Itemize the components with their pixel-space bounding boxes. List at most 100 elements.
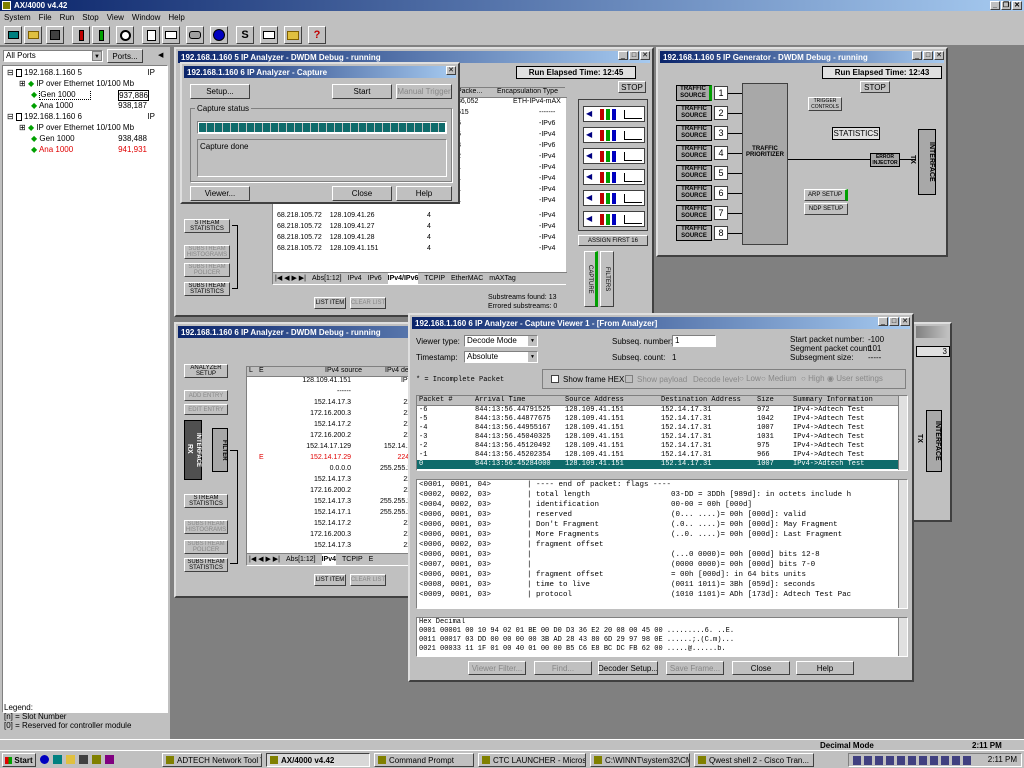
decode-line[interactable]: <0008, 0001, 03> | time to live (0011 10… [419,580,895,590]
outlook-icon[interactable] [66,755,75,764]
taskbar-item[interactable]: AX/4000 v4.42 [266,753,370,767]
table-row[interactable]: 152.14.17.2224 [247,520,417,530]
subseq-stepper[interactable]: 1 [672,335,716,347]
viewer-type-select[interactable]: Decode Mode ▼ [464,335,538,347]
ports-selector[interactable]: All Ports ▼ [3,50,103,62]
minimize-icon[interactable]: _ [618,51,628,60]
tree-item[interactable]: ⊞ ◆ IP over Ethernet 10/100 Mb [19,123,169,134]
desktop-icon[interactable] [53,755,62,764]
table-row[interactable]: 0.0.0.0 255.255.25 [247,465,417,475]
app-icon[interactable] [105,755,114,764]
help-icon[interactable]: ? [308,26,326,44]
tree-item[interactable]: ⊟ 192.168.1.160 5 IP [7,68,165,79]
decode-line[interactable]: <0006, 0001, 03> | (...0 0000)= 00h [000… [419,550,895,560]
app-icon[interactable] [92,755,101,764]
tab-ipv4-ipv6[interactable]: IPv4/IPv6 [387,273,419,284]
copy-icon[interactable] [142,26,160,44]
menu-stop[interactable]: Stop [82,11,98,24]
trigger-controls-button[interactable]: TRIGGER CONTROLS [808,97,842,111]
filters-button[interactable]: FILTERS [600,251,614,307]
substream-histograms-button[interactable]: SUBSTREAM HISTOGRAMS [184,245,230,259]
close-icon[interactable]: ✕ [1012,1,1022,10]
network-icon[interactable] [4,26,22,44]
ndp-setup-button[interactable]: NDP SETUP [804,203,848,215]
decode-line[interactable]: <0006, 0001, 03> | reserved (0... ....)=… [419,510,895,520]
substream-policer-button[interactable]: SUBSTREAM POLICER [184,540,228,554]
menu-run[interactable]: Run [60,11,75,24]
tree-item[interactable]: ◆ Gen 1000 937,886 [31,90,165,101]
stream-statistics-button[interactable]: STREAM STATISTICS [184,494,228,508]
table-row[interactable]: 172.16.200.3224 [247,410,417,420]
tab-abs[interactable]: Abs[1:12] [286,554,316,565]
decode-line[interactable]: <0006, 0001, 03> | More Fragments (..0. … [419,530,895,540]
help-button[interactable]: Help [396,186,452,201]
generator-5-title-bar[interactable]: 192.168.1.160 5 IP Generator - DWDM Debu… [660,51,944,63]
partial-title-bar[interactable] [916,326,948,338]
substream-histograms-button[interactable]: SUBSTREAM HISTOGRAMS [184,520,228,534]
packet-row[interactable]: -5 844:13:56.44877675 128.109.41.151 152.14… [417,415,899,424]
column-header[interactable]: Packe... [457,88,482,95]
globe-icon[interactable] [210,26,228,44]
table-row[interactable]: 152.14.17.3224 [247,542,417,552]
traffic-source-button[interactable]: TRAFFIC SOURCE [676,105,712,121]
s-icon[interactable]: S [236,26,254,44]
substream-policer-button[interactable]: SUBSTREAM POLICER [184,263,230,277]
taskbar-item[interactable]: ADTECH Network Tool V4... [162,753,262,767]
traffic-source-button[interactable]: TRAFFIC SOURCE [676,185,712,201]
close-button[interactable]: Close [332,186,392,201]
viewer-button[interactable]: Viewer... [190,186,250,201]
substream-statistics-button[interactable]: SUBSTREAM STATISTICS [184,558,228,572]
clear-list-button[interactable]: CLEAR LIST [350,297,386,309]
table-row[interactable]: 68.218.105.72 128.109.41.27 4 -IPv4 [277,223,567,233]
column-header[interactable]: Summary Information [793,396,873,404]
timestamp-select[interactable]: Absolute ▼ [464,351,538,363]
help-button[interactable]: Help [796,661,854,675]
clear-list-button[interactable]: CLEAR LIST [350,574,386,586]
traffic-source-button[interactable]: TRAFFIC SOURCE [676,225,712,241]
media-icon[interactable] [79,755,88,764]
tray-icons[interactable] [853,756,973,765]
tab-first-icon[interactable]: |◀ ◀ ▶ ▶| [275,273,306,284]
decoder-setup-button[interactable]: Decoder Setup... [598,661,658,675]
envelope-icon[interactable] [162,26,180,44]
tree-item[interactable]: ◆ Gen 1000 938,488 [31,134,165,145]
error-injector[interactable]: ERROR INJECTOR [870,153,900,167]
traffic-source-button[interactable]: TRAFFIC SOURCE [676,85,712,101]
table-row[interactable]: ------ [247,388,417,398]
user-settings-radio[interactable]: ◉ User settings [827,374,883,383]
tx-interface[interactable]: INTERFACE [926,410,942,472]
histogram-button[interactable]: ◀ [583,127,645,143]
table-row[interactable]: E 152.14.17.29 224.0 [247,454,417,464]
traffic-source-button[interactable]: TRAFFIC SOURCE [676,145,712,161]
viewer-title-bar[interactable]: 192.168.1.160 6 IP Analyzer - Capture Vi… [412,317,910,329]
stop-button[interactable]: STOP [618,81,646,93]
packet-row[interactable]: -2 844:13:56.45120492 128.109.41.151 152.14… [417,442,899,451]
table-row[interactable]: 68.218.105.72 128.109.41.26 4 -IPv4 [277,212,567,222]
decode-line[interactable]: <0006, 0001, 03> | Don't Fragment (.0.. … [419,520,895,530]
show-hex-checkbox[interactable] [551,375,559,383]
column-header[interactable]: Packet # [419,396,453,404]
table-row[interactable]: 152.14.17.1 255.255.25 [247,509,417,519]
table-row[interactable]: 128.109.41.151IPv4 [247,377,417,387]
close-icon[interactable]: ✕ [900,317,910,326]
add-entry-button[interactable]: ADD ENTRY [184,390,228,401]
stop-button[interactable]: STOP [860,81,890,93]
analyzer-setup-button[interactable]: ANALYZER SETUP [184,364,228,378]
table-row[interactable]: 152.14.17.3224 [247,399,417,409]
column-header[interactable]: IPv4 source [325,367,362,374]
panel-menu-arrow-icon[interactable]: ◀ [158,51,163,59]
filter-box[interactable]: FILTER [212,428,228,472]
stream-statistics-button[interactable]: STREAM STATISTICS [184,219,230,233]
minimize-icon[interactable]: _ [878,317,888,326]
tree-item[interactable]: ◆ Ana 1000 941,931 [31,145,165,156]
setup-button[interactable]: Setup... [190,84,250,99]
capture-title-bar[interactable]: 192.168.1.160 6 IP Analyzer - Capture [184,66,456,78]
list-item-button[interactable]: LIST ITEM [314,297,346,309]
menu-help[interactable]: Help [168,11,184,24]
close-icon[interactable]: ✕ [640,51,650,60]
taskbar-item[interactable]: Qwest shell 2 - Cisco Tran... [694,753,814,767]
column-header[interactable]: Destination Address [661,396,741,404]
decode-line[interactable]: <0001, 0001, 04> | ---- end of packet: f… [419,480,895,490]
table-row[interactable]: 172.16.200.2224 [247,487,417,497]
list-item-button[interactable]: LIST ITEM [314,574,346,586]
